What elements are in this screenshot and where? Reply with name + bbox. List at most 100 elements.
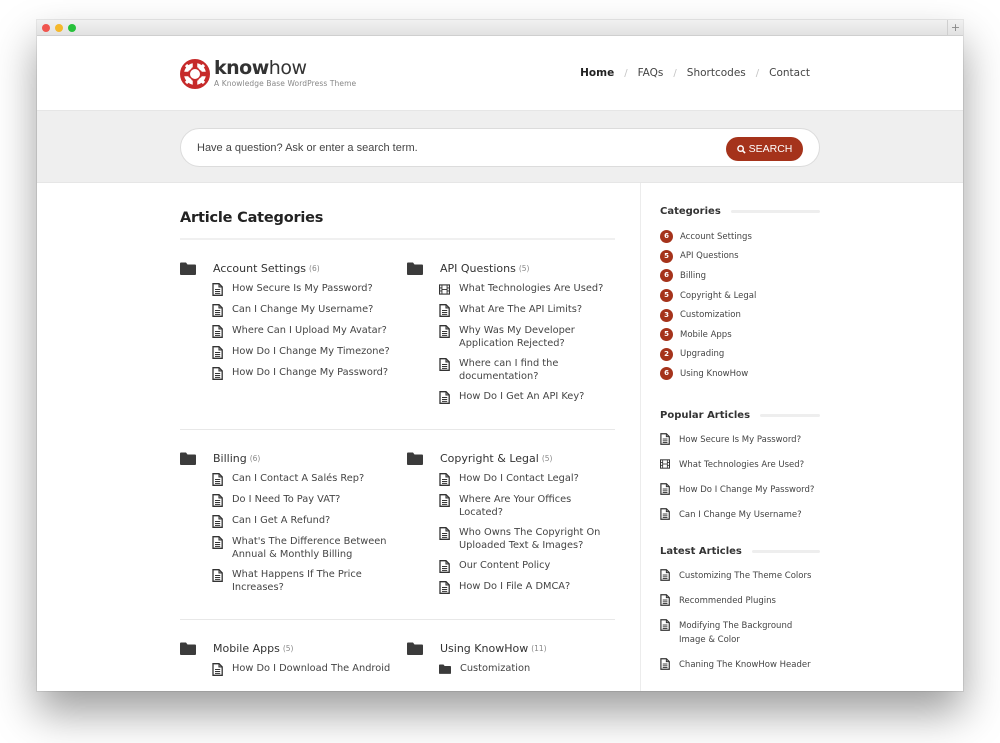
sidebar-article-item[interactable]: Modifying The Background Image & Color <box>660 618 820 647</box>
sidebar-category-item[interactable]: 5 Copyright & Legal <box>660 286 820 306</box>
article-item[interactable]: How Secure Is My Password? <box>212 282 407 296</box>
sidebar-article-link[interactable]: How Secure Is My Password? <box>679 433 801 447</box>
sidebar-article-item[interactable]: What Technologies Are Used? <box>660 458 820 472</box>
maximize-window-button[interactable] <box>68 24 76 32</box>
site-logo[interactable]: knowhow A Knowledge Base WordPress Theme <box>180 58 356 89</box>
sidebar-category-link[interactable]: Billing <box>680 271 706 281</box>
category-header[interactable]: Copyright & Legal (5) <box>407 450 615 466</box>
category-name[interactable]: Account Settings <box>213 262 306 275</box>
article-item[interactable]: What Technologies Are Used? <box>439 282 615 296</box>
article-item[interactable]: Who Owns The Copyright On Uploaded Text … <box>439 526 615 552</box>
article-item[interactable]: How Do I File A DMCA? <box>439 580 615 594</box>
article-link[interactable]: Customization <box>460 662 530 675</box>
sidebar-category-item[interactable]: 3 Customization <box>660 305 820 325</box>
sidebar-category-item[interactable]: 6 Account Settings <box>660 227 820 247</box>
article-item[interactable]: How Do I Get An API Key? <box>439 390 615 404</box>
article-item[interactable]: What Are The API Limits? <box>439 303 615 317</box>
sidebar-category-link[interactable]: Upgrading <box>680 349 724 359</box>
sidebar-category-link[interactable]: Using KnowHow <box>680 369 748 379</box>
category-name[interactable]: Copyright & Legal <box>440 452 539 465</box>
article-link[interactable]: How Do I Get An API Key? <box>459 390 584 403</box>
category-header[interactable]: Account Settings (6) <box>180 260 407 276</box>
category-name[interactable]: Using KnowHow <box>440 642 528 655</box>
article-link[interactable]: Our Content Policy <box>459 559 550 572</box>
nav-home[interactable]: Home <box>580 67 614 79</box>
sidebar-category-link[interactable]: Customization <box>680 310 741 320</box>
sidebar-article-link[interactable]: Modifying The Background Image & Color <box>679 619 819 647</box>
article-item[interactable]: Where Are Your Offices Located? <box>439 493 615 519</box>
sidebar-article-item[interactable]: How Do I Change My Password? <box>660 482 820 497</box>
close-window-button[interactable] <box>42 24 50 32</box>
sidebar-category-item[interactable]: 6 Billing <box>660 266 820 286</box>
article-link[interactable]: How Do I Download The Android <box>232 662 390 675</box>
category-name[interactable]: API Questions <box>440 262 516 275</box>
nav-shortcodes[interactable]: Shortcodes <box>687 67 746 79</box>
article-item[interactable]: Customization <box>439 662 615 675</box>
article-link[interactable]: How Do I Change My Password? <box>232 366 388 379</box>
article-link[interactable]: What Happens If The Price Increases? <box>232 568 392 594</box>
sidebar-article-link[interactable]: Can I Change My Username? <box>679 508 802 522</box>
article-item[interactable]: How Do I Contact Legal? <box>439 472 615 486</box>
article-link[interactable]: Where can I find the documentation? <box>459 357 615 383</box>
category-name[interactable]: Mobile Apps <box>213 642 280 655</box>
article-link[interactable]: How Do I File A DMCA? <box>459 580 570 593</box>
article-link[interactable]: Who Owns The Copyright On Uploaded Text … <box>459 526 615 552</box>
folder-icon <box>180 642 196 655</box>
sidebar-article-link[interactable]: What Technologies Are Used? <box>679 458 804 472</box>
article-item[interactable]: Why Was My Developer Application Rejecte… <box>439 324 615 350</box>
sidebar-category-item[interactable]: 5 Mobile Apps <box>660 325 820 345</box>
article-link[interactable]: Why Was My Developer Application Rejecte… <box>459 324 615 350</box>
article-item[interactable]: Our Content Policy <box>439 559 615 573</box>
article-link[interactable]: Can I Change My Username? <box>232 303 373 316</box>
article-item[interactable]: Can I Contact A Salés Rep? <box>212 472 407 486</box>
article-link[interactable]: Do I Need To Pay VAT? <box>232 493 340 506</box>
sidebar-article-link[interactable]: How Do I Change My Password? <box>679 483 814 497</box>
category-header[interactable]: Using KnowHow (11) <box>407 640 615 656</box>
sidebar-category-item[interactable]: 2 Upgrading <box>660 345 820 365</box>
search-input[interactable] <box>197 139 697 157</box>
article-item[interactable]: How Do I Download The Android <box>212 662 407 676</box>
plus-icon[interactable]: + <box>947 20 963 36</box>
article-link[interactable]: How Secure Is My Password? <box>232 282 373 295</box>
article-link[interactable]: Can I Get A Refund? <box>232 514 330 527</box>
article-item[interactable]: How Do I Change My Timezone? <box>212 345 407 359</box>
article-item[interactable]: Can I Change My Username? <box>212 303 407 317</box>
article-link[interactable]: Can I Contact A Salés Rep? <box>232 472 364 485</box>
sidebar-category-link[interactable]: Mobile Apps <box>680 330 732 340</box>
article-item[interactable]: What Happens If The Price Increases? <box>212 568 407 594</box>
category-header[interactable]: API Questions (5) <box>407 260 615 276</box>
category-header[interactable]: Billing (6) <box>180 450 407 466</box>
article-link[interactable]: Where Can I Upload My Avatar? <box>232 324 387 337</box>
nav-contact[interactable]: Contact <box>769 67 810 79</box>
sidebar-category-link[interactable]: Account Settings <box>680 232 752 242</box>
sidebar-article-item[interactable]: How Secure Is My Password? <box>660 432 820 447</box>
article-link[interactable]: What Are The API Limits? <box>459 303 582 316</box>
sidebar-article-item[interactable]: Recommended Plugins <box>660 593 820 608</box>
article-item[interactable]: Where Can I Upload My Avatar? <box>212 324 407 338</box>
sidebar-article-link[interactable]: Chaning The KnowHow Header <box>679 658 811 672</box>
sidebar-article-item[interactable]: Chaning The KnowHow Header <box>660 657 820 672</box>
article-link[interactable]: How Do I Change My Timezone? <box>232 345 390 358</box>
article-item[interactable]: What's The Difference Between Annual & M… <box>212 535 407 561</box>
sidebar-category-item[interactable]: 6 Using KnowHow <box>660 364 820 384</box>
article-link[interactable]: What's The Difference Between Annual & M… <box>232 535 392 561</box>
minimize-window-button[interactable] <box>55 24 63 32</box>
article-item[interactable]: Where can I find the documentation? <box>439 357 615 383</box>
category-header[interactable]: Mobile Apps (5) <box>180 640 407 656</box>
article-item[interactable]: Do I Need To Pay VAT? <box>212 493 407 507</box>
sidebar-category-link[interactable]: API Questions <box>680 251 739 261</box>
article-item[interactable]: Can I Get A Refund? <box>212 514 407 528</box>
sidebar-category-item[interactable]: 5 API Questions <box>660 247 820 267</box>
sidebar-article-item[interactable]: Customizing The Theme Colors <box>660 568 820 583</box>
sidebar-category-link[interactable]: Copyright & Legal <box>680 291 756 301</box>
article-link[interactable]: What Technologies Are Used? <box>459 282 603 295</box>
nav-faqs[interactable]: FAQs <box>638 67 664 79</box>
sidebar-article-link[interactable]: Customizing The Theme Colors <box>679 569 811 583</box>
article-link[interactable]: How Do I Contact Legal? <box>459 472 579 485</box>
sidebar-article-link[interactable]: Recommended Plugins <box>679 594 776 608</box>
category-name[interactable]: Billing <box>213 452 247 465</box>
sidebar-article-item[interactable]: Can I Change My Username? <box>660 507 820 522</box>
search-button[interactable]: SEARCH <box>726 137 803 161</box>
article-link[interactable]: Where Are Your Offices Located? <box>459 493 615 519</box>
article-item[interactable]: How Do I Change My Password? <box>212 366 407 380</box>
